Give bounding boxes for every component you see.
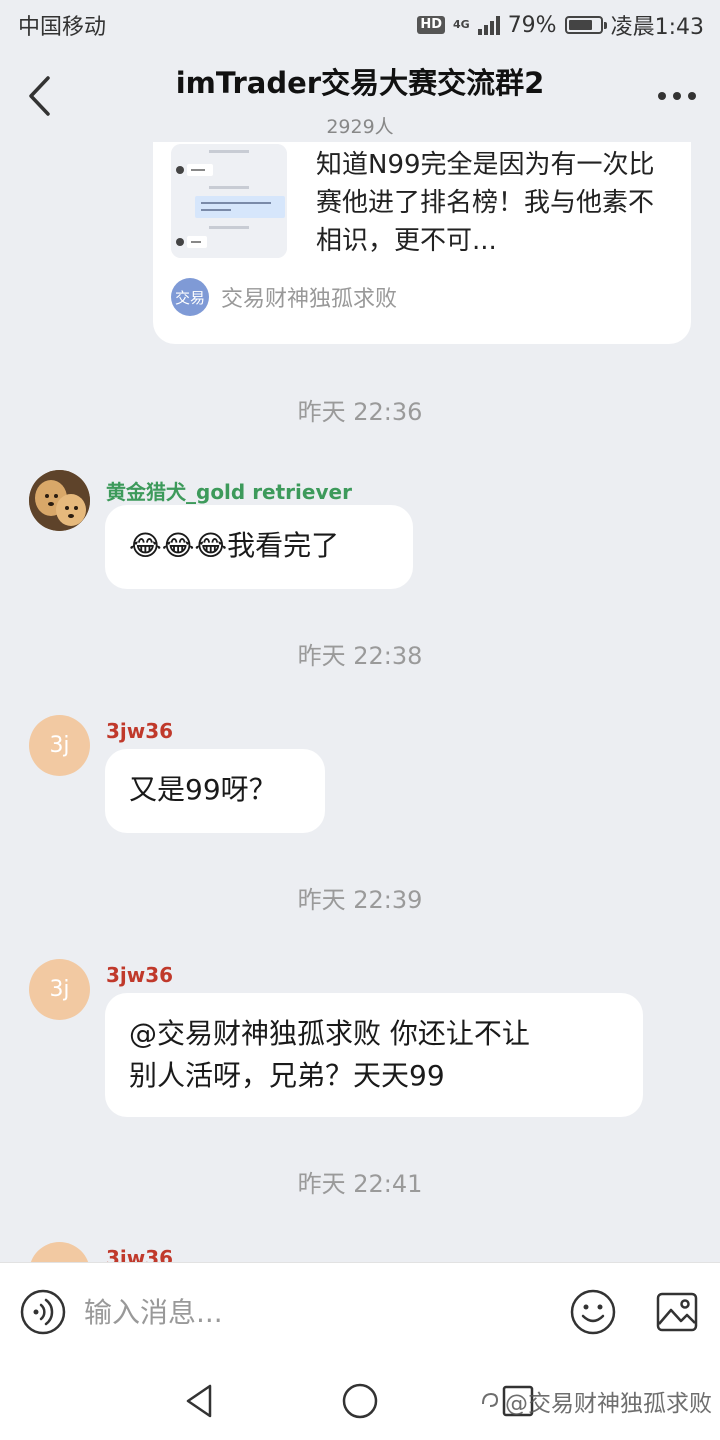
message-line: @交易财神独孤求败 你还让不让: [129, 1017, 530, 1050]
system-nav-bar: @交易财神独孤求败: [0, 1362, 720, 1440]
battery-fill: [568, 20, 593, 30]
message-timestamp: 昨天 22:36: [297, 398, 423, 426]
message-timestamp: 昨天 22:39: [297, 886, 423, 914]
sender-name[interactable]: 3jw36: [106, 963, 173, 987]
article-thumbnail: [171, 144, 287, 258]
battery-icon: [564, 16, 607, 34]
battery-percent: 79%: [507, 12, 557, 38]
input-bar: [0, 1262, 720, 1362]
nav-home-button[interactable]: [340, 1381, 380, 1421]
image-icon: [656, 1292, 698, 1332]
nav-back-button[interactable]: [180, 1381, 220, 1421]
nav-back-icon: [186, 1384, 212, 1418]
message-timestamp: 昨天 22:38: [297, 642, 423, 670]
emoji-icon: [570, 1289, 616, 1335]
message-bubble[interactable]: 😂😂😂我看完了: [105, 505, 413, 589]
hd-icon: HD: [417, 16, 445, 34]
source-name: 交易财神独孤求败: [221, 287, 398, 312]
message-line: 别人活呀，兄弟？天天99: [129, 1059, 445, 1092]
shared-article-card[interactable]: 知道N99完全是因为有一次比赛他进了排名榜！我与他素不相识，更不可... 交易 …: [153, 142, 691, 344]
article-source: 交易 交易财神独孤求败: [171, 278, 397, 316]
sender-name[interactable]: 3jw36: [106, 1246, 173, 1262]
voice-icon: [20, 1289, 66, 1335]
message-bubble[interactable]: @交易财神独孤求败 你还让不让 别人活呀，兄弟？天天99: [105, 993, 643, 1117]
group-title: imTrader交易大赛交流群2: [175, 66, 545, 100]
sender-name[interactable]: 黄金猎犬_gold retriever: [106, 476, 352, 505]
member-count: 2929人: [326, 116, 394, 138]
avatar[interactable]: 3j: [29, 1242, 90, 1262]
watermark: @交易财神独孤求败: [479, 1384, 712, 1418]
more-icon[interactable]: [652, 80, 702, 112]
source-avatar: 交易: [171, 278, 209, 316]
network-label: 4G: [453, 18, 470, 31]
emoji-button[interactable]: [569, 1288, 617, 1336]
message-bubble[interactable]: 又是99呀？: [105, 749, 325, 833]
image-button[interactable]: [653, 1288, 701, 1336]
clock: 凌晨1:43: [610, 15, 704, 40]
message-input[interactable]: [84, 1291, 544, 1333]
voice-button[interactable]: [19, 1288, 67, 1336]
carrier-label: 中国移动: [18, 15, 107, 40]
avatar[interactable]: [29, 470, 90, 531]
nav-home-icon: [342, 1383, 378, 1419]
dog-avatar-icon: [29, 470, 90, 531]
sender-name[interactable]: 3jw36: [106, 719, 173, 743]
avatar[interactable]: 3j: [29, 959, 90, 1020]
avatar[interactable]: 3j: [29, 715, 90, 776]
watermark-logo-icon: [482, 1392, 499, 1407]
chat-header: imTrader交易大赛交流群2 2929人: [0, 50, 720, 142]
article-excerpt: 知道N99完全是因为有一次比赛他进了排名榜！我与他素不相识，更不可...: [316, 150, 655, 256]
chat-area[interactable]: 知道N99完全是因为有一次比赛他进了排名榜！我与他素不相识，更不可... 交易 …: [0, 142, 720, 1262]
watermark-text: @交易财神独孤求败: [505, 1391, 712, 1417]
signal-icon: [477, 15, 500, 35]
status-icons: HD 4G 79% 凌晨1:43: [417, 9, 704, 41]
message-timestamp: 昨天 22:41: [297, 1170, 423, 1198]
status-bar: 中国移动 HD 4G 79% 凌晨1:43: [0, 0, 720, 50]
chat-screenshot-thumbnail: [171, 144, 287, 258]
